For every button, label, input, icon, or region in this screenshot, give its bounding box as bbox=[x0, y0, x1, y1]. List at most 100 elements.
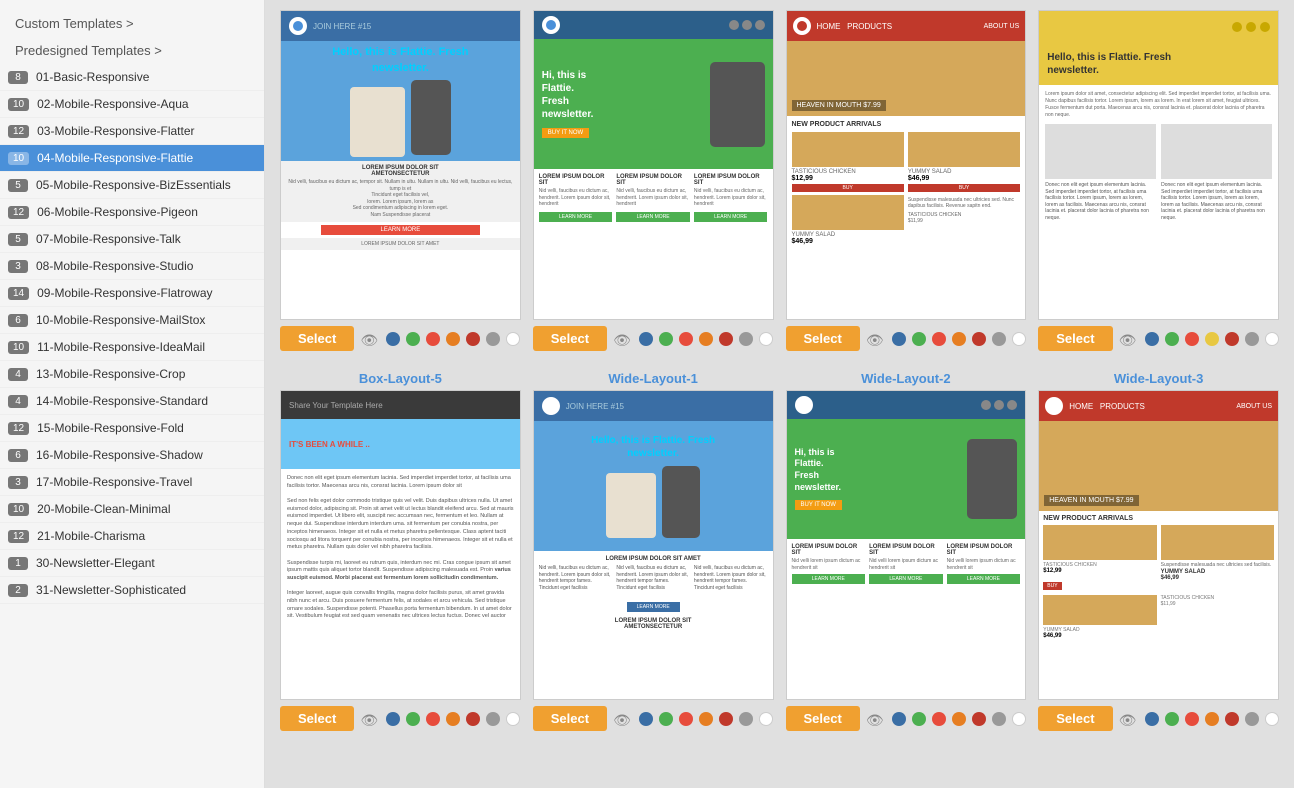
eye-icon-3[interactable]: 👁 bbox=[866, 332, 886, 346]
color-dot-w3-2[interactable] bbox=[1165, 712, 1179, 726]
sidebar-item-03[interactable]: 12 03-Mobile-Responsive-Flatter bbox=[0, 118, 264, 145]
predesigned-templates-header[interactable]: Predesigned Templates > bbox=[0, 37, 264, 64]
sidebar-item-17[interactable]: 3 17-Mobile-Responsive-Travel bbox=[0, 469, 264, 496]
color-dot-w1-6[interactable] bbox=[739, 712, 753, 726]
color-dot-w2-4[interactable] bbox=[952, 712, 966, 726]
color-dot-2-5[interactable] bbox=[719, 332, 733, 346]
color-dot-4-2[interactable] bbox=[1165, 332, 1179, 346]
color-dot-1-5[interactable] bbox=[466, 332, 480, 346]
color-dot-w3-4[interactable] bbox=[1205, 712, 1219, 726]
sidebar-item-02[interactable]: 10 02-Mobile-Responsive-Aqua bbox=[0, 91, 264, 118]
eye-icon-wide2[interactable]: 👁 bbox=[866, 712, 886, 726]
sidebar-item-10[interactable]: 6 10-Mobile-Responsive-MailStox bbox=[0, 307, 264, 334]
select-button-4[interactable]: Select bbox=[1038, 326, 1112, 351]
sidebar-item-13[interactable]: 4 13-Mobile-Responsive-Crop bbox=[0, 361, 264, 388]
color-dot-1-7[interactable] bbox=[506, 332, 520, 346]
color-dot-4-7[interactable] bbox=[1265, 332, 1279, 346]
sidebar-item-01[interactable]: 8 01-Basic-Responsive bbox=[0, 64, 264, 91]
color-dot-b5-5[interactable] bbox=[466, 712, 480, 726]
template-preview-box5[interactable]: Share Your Template Here IT'S BEEN A WHI… bbox=[280, 390, 521, 700]
eye-icon-4[interactable]: 👁 bbox=[1119, 332, 1139, 346]
sidebar-item-06[interactable]: 12 06-Mobile-Responsive-Pigeon bbox=[0, 199, 264, 226]
select-button-3[interactable]: Select bbox=[786, 326, 860, 351]
select-button-wide1[interactable]: Select bbox=[533, 706, 607, 731]
color-dot-2-4[interactable] bbox=[699, 332, 713, 346]
custom-templates-header[interactable]: Custom Templates > bbox=[0, 10, 264, 37]
template-preview-1[interactable]: JOIN HERE #15 Hello, this is Flattie. Fr… bbox=[280, 10, 521, 320]
template-preview-wide2[interactable]: Hi, this isFlattie.Freshnewsletter. BUY … bbox=[786, 390, 1027, 700]
color-dot-2-6[interactable] bbox=[739, 332, 753, 346]
color-dot-3-2[interactable] bbox=[912, 332, 926, 346]
color-dot-1-3[interactable] bbox=[426, 332, 440, 346]
color-dot-w2-7[interactable] bbox=[1012, 712, 1026, 726]
color-dot-w3-3[interactable] bbox=[1185, 712, 1199, 726]
sidebar-item-15[interactable]: 12 15-Mobile-Responsive-Fold bbox=[0, 415, 264, 442]
sidebar-item-09[interactable]: 14 09-Mobile-Responsive-Flatroway bbox=[0, 280, 264, 307]
color-dot-4-4[interactable] bbox=[1205, 332, 1219, 346]
color-dot-w3-7[interactable] bbox=[1265, 712, 1279, 726]
color-dot-w2-6[interactable] bbox=[992, 712, 1006, 726]
color-dot-3-4[interactable] bbox=[952, 332, 966, 346]
eye-icon-2[interactable]: 👁 bbox=[613, 332, 633, 346]
sidebar-item-20[interactable]: 10 20-Mobile-Clean-Minimal bbox=[0, 496, 264, 523]
color-dot-3-6[interactable] bbox=[992, 332, 1006, 346]
select-button-wide3[interactable]: Select bbox=[1038, 706, 1112, 731]
sidebar-item-04[interactable]: 10 04-Mobile-Responsive-Flattie bbox=[0, 145, 264, 172]
color-dot-1-2[interactable] bbox=[406, 332, 420, 346]
sidebar-item-05[interactable]: 5 05-Mobile-Responsive-BizEssentials bbox=[0, 172, 264, 199]
color-dot-b5-7[interactable] bbox=[506, 712, 520, 726]
color-dot-1-6[interactable] bbox=[486, 332, 500, 346]
color-dot-w1-1[interactable] bbox=[639, 712, 653, 726]
sidebar-item-08[interactable]: 3 08-Mobile-Responsive-Studio bbox=[0, 253, 264, 280]
select-button-1[interactable]: Select bbox=[280, 326, 354, 351]
sidebar-item-31[interactable]: 2 31-Newsletter-Sophisticated bbox=[0, 577, 264, 604]
color-dot-w3-5[interactable] bbox=[1225, 712, 1239, 726]
color-dot-w1-7[interactable] bbox=[759, 712, 773, 726]
color-dot-1-1[interactable] bbox=[386, 332, 400, 346]
color-dot-w3-6[interactable] bbox=[1245, 712, 1259, 726]
sidebar-item-11[interactable]: 10 11-Mobile-Responsive-IdeaMail bbox=[0, 334, 264, 361]
select-button-wide2[interactable]: Select bbox=[786, 706, 860, 731]
template-preview-4[interactable]: Hello, this is Flattie. Freshnewsletter.… bbox=[1038, 10, 1279, 320]
color-dot-w2-1[interactable] bbox=[892, 712, 906, 726]
color-dot-w2-3[interactable] bbox=[932, 712, 946, 726]
template-preview-2[interactable]: Hi, this isFlattie.Freshnewsletter. BUY … bbox=[533, 10, 774, 320]
color-dot-b5-6[interactable] bbox=[486, 712, 500, 726]
color-dot-w1-2[interactable] bbox=[659, 712, 673, 726]
sidebar-item-07[interactable]: 5 07-Mobile-Responsive-Talk bbox=[0, 226, 264, 253]
eye-icon-wide1[interactable]: 👁 bbox=[613, 712, 633, 726]
template-preview-wide1[interactable]: JOIN HERE #15 Hello, this is Flattie. Fr… bbox=[533, 390, 774, 700]
color-dot-2-3[interactable] bbox=[679, 332, 693, 346]
color-dot-2-2[interactable] bbox=[659, 332, 673, 346]
color-dot-w2-5[interactable] bbox=[972, 712, 986, 726]
color-dot-4-3[interactable] bbox=[1185, 332, 1199, 346]
color-dot-1-4[interactable] bbox=[446, 332, 460, 346]
color-dot-w2-2[interactable] bbox=[912, 712, 926, 726]
color-dot-w3-1[interactable] bbox=[1145, 712, 1159, 726]
eye-icon-wide3[interactable]: 👁 bbox=[1119, 712, 1139, 726]
color-dot-3-7[interactable] bbox=[1012, 332, 1026, 346]
color-dot-w1-5[interactable] bbox=[719, 712, 733, 726]
color-dot-2-1[interactable] bbox=[639, 332, 653, 346]
eye-icon-1[interactable]: 👁 bbox=[360, 332, 380, 346]
color-dot-3-1[interactable] bbox=[892, 332, 906, 346]
color-dot-b5-2[interactable] bbox=[406, 712, 420, 726]
color-dot-b5-3[interactable] bbox=[426, 712, 440, 726]
sidebar-item-21[interactable]: 12 21-Mobile-Charisma bbox=[0, 523, 264, 550]
select-button-2[interactable]: Select bbox=[533, 326, 607, 351]
color-dot-2-7[interactable] bbox=[759, 332, 773, 346]
sidebar-item-30[interactable]: 1 30-Newsletter-Elegant bbox=[0, 550, 264, 577]
color-dot-3-3[interactable] bbox=[932, 332, 946, 346]
color-dot-w1-4[interactable] bbox=[699, 712, 713, 726]
select-button-box5[interactable]: Select bbox=[280, 706, 354, 731]
color-dot-w1-3[interactable] bbox=[679, 712, 693, 726]
color-dot-b5-4[interactable] bbox=[446, 712, 460, 726]
color-dot-4-1[interactable] bbox=[1145, 332, 1159, 346]
color-dot-4-6[interactable] bbox=[1245, 332, 1259, 346]
template-preview-3[interactable]: HOME PRODUCTS ABOUT US HEAVEN IN MOUTH $… bbox=[786, 10, 1027, 320]
template-preview-wide3[interactable]: HOME PRODUCTS ABOUT US HEAVEN IN MOUTH $… bbox=[1038, 390, 1279, 700]
sidebar-item-16[interactable]: 6 16-Mobile-Responsive-Shadow bbox=[0, 442, 264, 469]
color-dot-b5-1[interactable] bbox=[386, 712, 400, 726]
color-dot-4-5[interactable] bbox=[1225, 332, 1239, 346]
sidebar-item-14[interactable]: 4 14-Mobile-Responsive-Standard bbox=[0, 388, 264, 415]
